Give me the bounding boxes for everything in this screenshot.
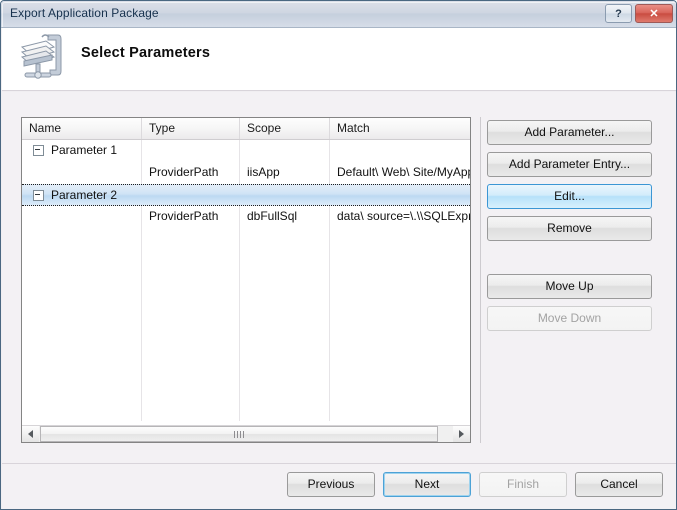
window-controls: ? ✕ xyxy=(605,4,673,23)
panel-divider xyxy=(480,117,481,443)
row-name-cell[interactable] xyxy=(22,162,141,183)
move-up-button[interactable]: Move Up xyxy=(487,274,652,299)
row-scope-cell xyxy=(240,185,329,206)
row-name-cell[interactable]: Parameter 2 xyxy=(22,185,141,206)
cancel-button[interactable]: Cancel xyxy=(575,472,663,497)
previous-button[interactable]: Previous xyxy=(287,472,375,497)
edit-button[interactable]: Edit... xyxy=(487,184,652,209)
row-match-cell: Default\ Web\ Site/MyApp xyxy=(337,165,470,179)
help-icon[interactable]: ? xyxy=(605,4,632,23)
row-type-cell: ProviderPath xyxy=(149,165,219,179)
scrollbar-thumb[interactable] xyxy=(40,426,438,442)
page-title: Select Parameters xyxy=(81,45,211,61)
close-icon[interactable]: ✕ xyxy=(635,4,673,23)
window-title: Export Application Package xyxy=(10,6,159,20)
finish-button: Finish xyxy=(479,472,567,497)
content-area: Name Type Scope Match Parameter 1 Provid… xyxy=(2,92,676,463)
row-type-cell: ProviderPath xyxy=(149,209,219,223)
next-button[interactable]: Next xyxy=(383,472,471,497)
parameters-grid[interactable]: Name Type Scope Match Parameter 1 Provid… xyxy=(21,117,471,443)
export-application-package-dialog: Export Application Package ? ✕ Select Pa… xyxy=(0,0,677,510)
add-parameter-entry-button[interactable]: Add Parameter Entry... xyxy=(487,152,652,177)
title-bar[interactable]: Export Application Package ? ✕ xyxy=(1,1,676,28)
column-header-scope[interactable]: Scope xyxy=(240,118,330,139)
row-match-cell xyxy=(330,140,470,161)
column-header-match[interactable]: Match xyxy=(330,118,470,139)
grid-body: Parameter 1 ProviderPath iisApp Default\… xyxy=(22,140,470,421)
navigation-buttons: Previous Next Finish Cancel xyxy=(287,472,663,497)
parameter-name-label: Parameter 2 xyxy=(51,188,118,202)
row-name-cell[interactable]: Parameter 1 xyxy=(22,140,141,161)
scroll-right-arrow-icon[interactable] xyxy=(453,426,470,442)
collapse-minus-icon[interactable] xyxy=(33,145,44,156)
remove-button[interactable]: Remove xyxy=(487,216,652,241)
column-header-name[interactable]: Name xyxy=(22,118,142,139)
move-down-button: Move Down xyxy=(487,306,652,331)
row-type-cell xyxy=(142,140,239,161)
row-type-cell xyxy=(142,185,239,206)
package-clamp-icon xyxy=(12,31,66,83)
table-row[interactable]: ProviderPath iisApp Default\ Web\ Site/M… xyxy=(22,162,470,184)
add-parameter-button[interactable]: Add Parameter... xyxy=(487,120,652,145)
scroll-left-arrow-icon[interactable] xyxy=(22,426,39,442)
parameter-actions-panel: Add Parameter... Add Parameter Entry... … xyxy=(487,120,652,331)
grid-header-row: Name Type Scope Match xyxy=(22,118,470,140)
row-name-cell[interactable] xyxy=(22,206,141,227)
dialog-footer: Previous Next Finish Cancel xyxy=(2,463,676,509)
row-scope-cell: iisApp xyxy=(247,165,280,179)
row-match-cell xyxy=(330,185,470,206)
row-scope-cell: dbFullSql xyxy=(247,209,298,223)
row-match-cell: data\ source=\.\\SQLExpre xyxy=(337,209,470,223)
table-row-selected[interactable]: Parameter 2 xyxy=(22,184,470,206)
parameter-name-label: Parameter 1 xyxy=(51,143,118,157)
table-row[interactable]: ProviderPath dbFullSql data\ source=\.\\… xyxy=(22,206,470,228)
column-header-type[interactable]: Type xyxy=(142,118,240,139)
grip-icon xyxy=(234,430,244,438)
table-row[interactable]: Parameter 1 xyxy=(22,140,470,162)
horizontal-scrollbar[interactable] xyxy=(22,425,470,442)
row-scope-cell xyxy=(240,140,329,161)
collapse-minus-icon[interactable] xyxy=(33,190,44,201)
